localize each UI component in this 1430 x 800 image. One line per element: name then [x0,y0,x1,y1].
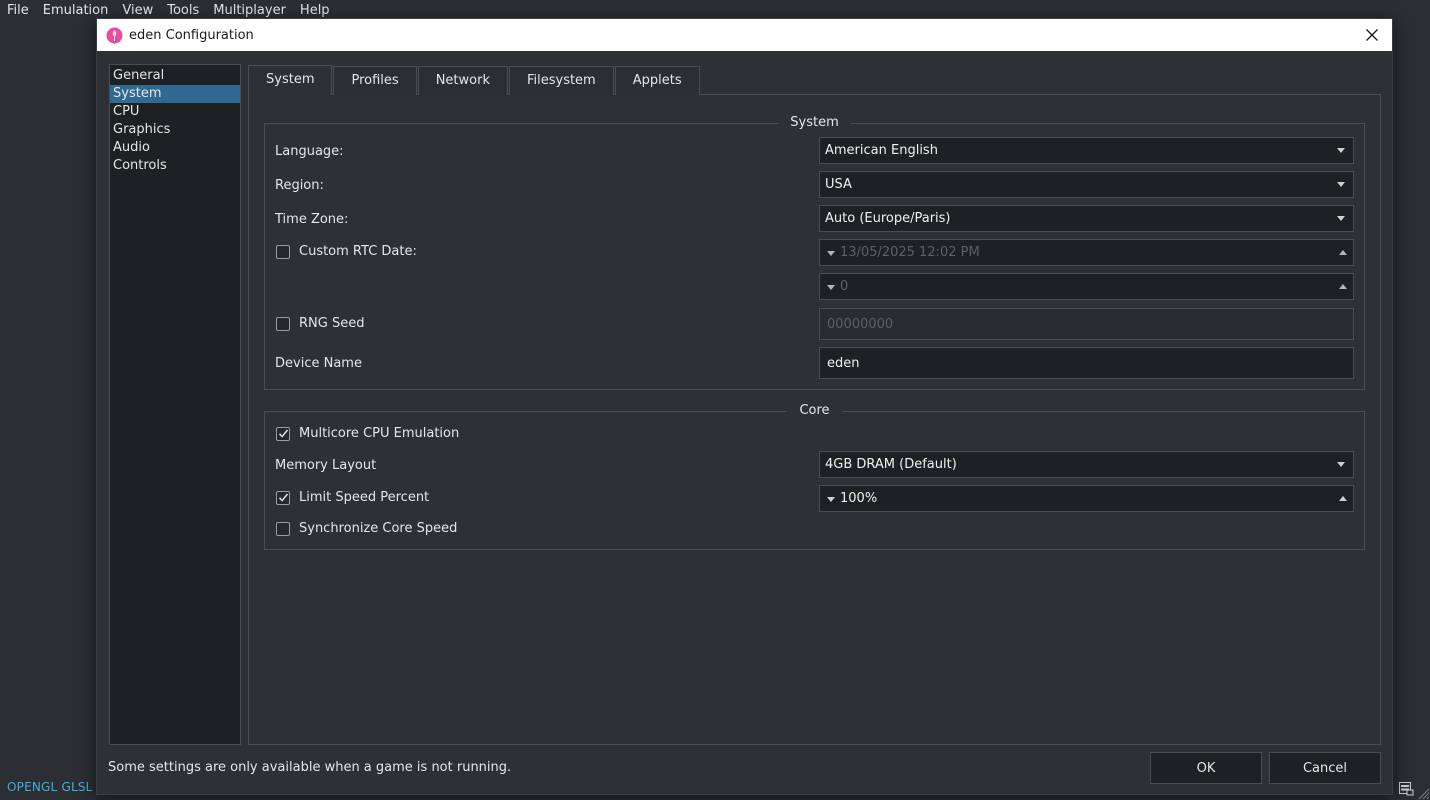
rtc-offset-spinbox[interactable]: 0 [819,273,1354,300]
memory-layout-label: Memory Layout [275,458,377,473]
tab-network[interactable]: Network [417,66,508,95]
language-label: Language: [275,144,344,159]
chevron-down-icon [1337,148,1345,153]
configuration-dialog: eden Configuration General System CPU Gr… [96,18,1393,795]
language-value: American English [825,143,938,158]
sidebar-item-cpu[interactable]: CPU [110,103,240,121]
spin-down-icon [827,251,835,256]
tab-applets[interactable]: Applets [614,66,700,95]
sidebar-item-audio[interactable]: Audio [110,139,240,157]
checkbox-box [276,521,290,536]
language-combo[interactable]: American English [819,137,1354,164]
memory-layout-value: 4GB DRAM (Default) [825,457,957,472]
chevron-down-icon [1337,216,1345,221]
custom-rtc-checkbox[interactable]: Custom RTC Date: [276,244,417,259]
core-groupbox: Core Multicore CPU Emulation Memory Layo… [264,403,1365,550]
region-combo[interactable]: USA [819,171,1354,198]
category-sidebar: General System CPU Graphics Audio Contro… [109,64,241,745]
multicore-checkbox[interactable]: Multicore CPU Emulation [276,426,459,441]
limit-speed-label: Limit Speed Percent [299,490,430,505]
device-name-label: Device Name [275,356,362,371]
system-groupbox: System Language: American English Region… [264,115,1365,390]
dialog-titlebar: eden Configuration [97,19,1392,51]
dialog-title: eden Configuration [129,27,254,43]
limit-speed-spinbox[interactable]: 100% [819,485,1354,512]
custom-rtc-label: Custom RTC Date: [299,244,417,259]
chevron-down-icon [1337,462,1345,467]
limit-speed-checkbox[interactable]: Limit Speed Percent [276,490,429,505]
close-icon [1366,29,1378,41]
timezone-label: Time Zone: [275,212,349,227]
eden-logo-icon [106,27,123,44]
spin-down-icon [827,285,835,290]
spin-up-icon [1339,284,1347,289]
checkbox-box [276,426,290,441]
rng-seed-label: RNG Seed [299,316,365,331]
resize-grip-icon[interactable] [1416,786,1430,800]
memory-layout-combo[interactable]: 4GB DRAM (Default) [819,451,1354,478]
tab-bar: System Profiles Network Filesystem Apple… [248,65,701,95]
renderer-status: OPENGL GLSL [7,780,93,794]
limit-speed-value: 100% [840,491,878,506]
cancel-button[interactable]: Cancel [1269,752,1381,784]
rng-seed-input[interactable]: 00000000 [819,308,1354,340]
chevron-down-icon [1337,182,1345,187]
sidebar-item-controls[interactable]: Controls [110,157,240,175]
sidebar-item-graphics[interactable]: Graphics [110,121,240,139]
timezone-value: Auto (Europe/Paris) [825,211,951,226]
multicore-label: Multicore CPU Emulation [299,426,460,441]
checkbox-box [276,490,290,505]
sidebar-item-general[interactable]: General [110,67,240,85]
tab-profiles[interactable]: Profiles [333,66,417,95]
ok-button[interactable]: OK [1150,752,1262,784]
checkbox-box [276,316,290,331]
checkbox-box [276,244,290,259]
spin-up-icon [1339,250,1347,255]
tab-filesystem[interactable]: Filesystem [508,66,614,95]
dock-icon[interactable] [1398,780,1414,796]
rng-seed-checkbox[interactable]: RNG Seed [276,316,364,331]
checkmark-icon [278,493,288,502]
sidebar-item-system[interactable]: System [110,85,240,103]
custom-rtc-date-spinbox[interactable]: 13/05/2025 12:02 PM [819,239,1354,266]
footer-note: Some settings are only available when a … [108,760,512,775]
checkmark-icon [278,429,288,438]
spin-up-icon [1339,496,1347,501]
region-value: USA [825,177,852,192]
custom-rtc-date-value: 13/05/2025 12:02 PM [840,245,980,260]
menu-file[interactable]: File [0,0,36,22]
tab-system[interactable]: System [248,65,333,95]
timezone-combo[interactable]: Auto (Europe/Paris) [819,205,1354,232]
device-name-input[interactable]: eden [819,347,1354,379]
sync-core-checkbox[interactable]: Synchronize Core Speed [276,521,457,536]
close-button[interactable] [1360,23,1384,47]
sync-core-label: Synchronize Core Speed [299,521,458,536]
spin-down-icon [827,497,835,502]
rtc-offset-value: 0 [840,279,849,294]
region-label: Region: [275,178,324,193]
